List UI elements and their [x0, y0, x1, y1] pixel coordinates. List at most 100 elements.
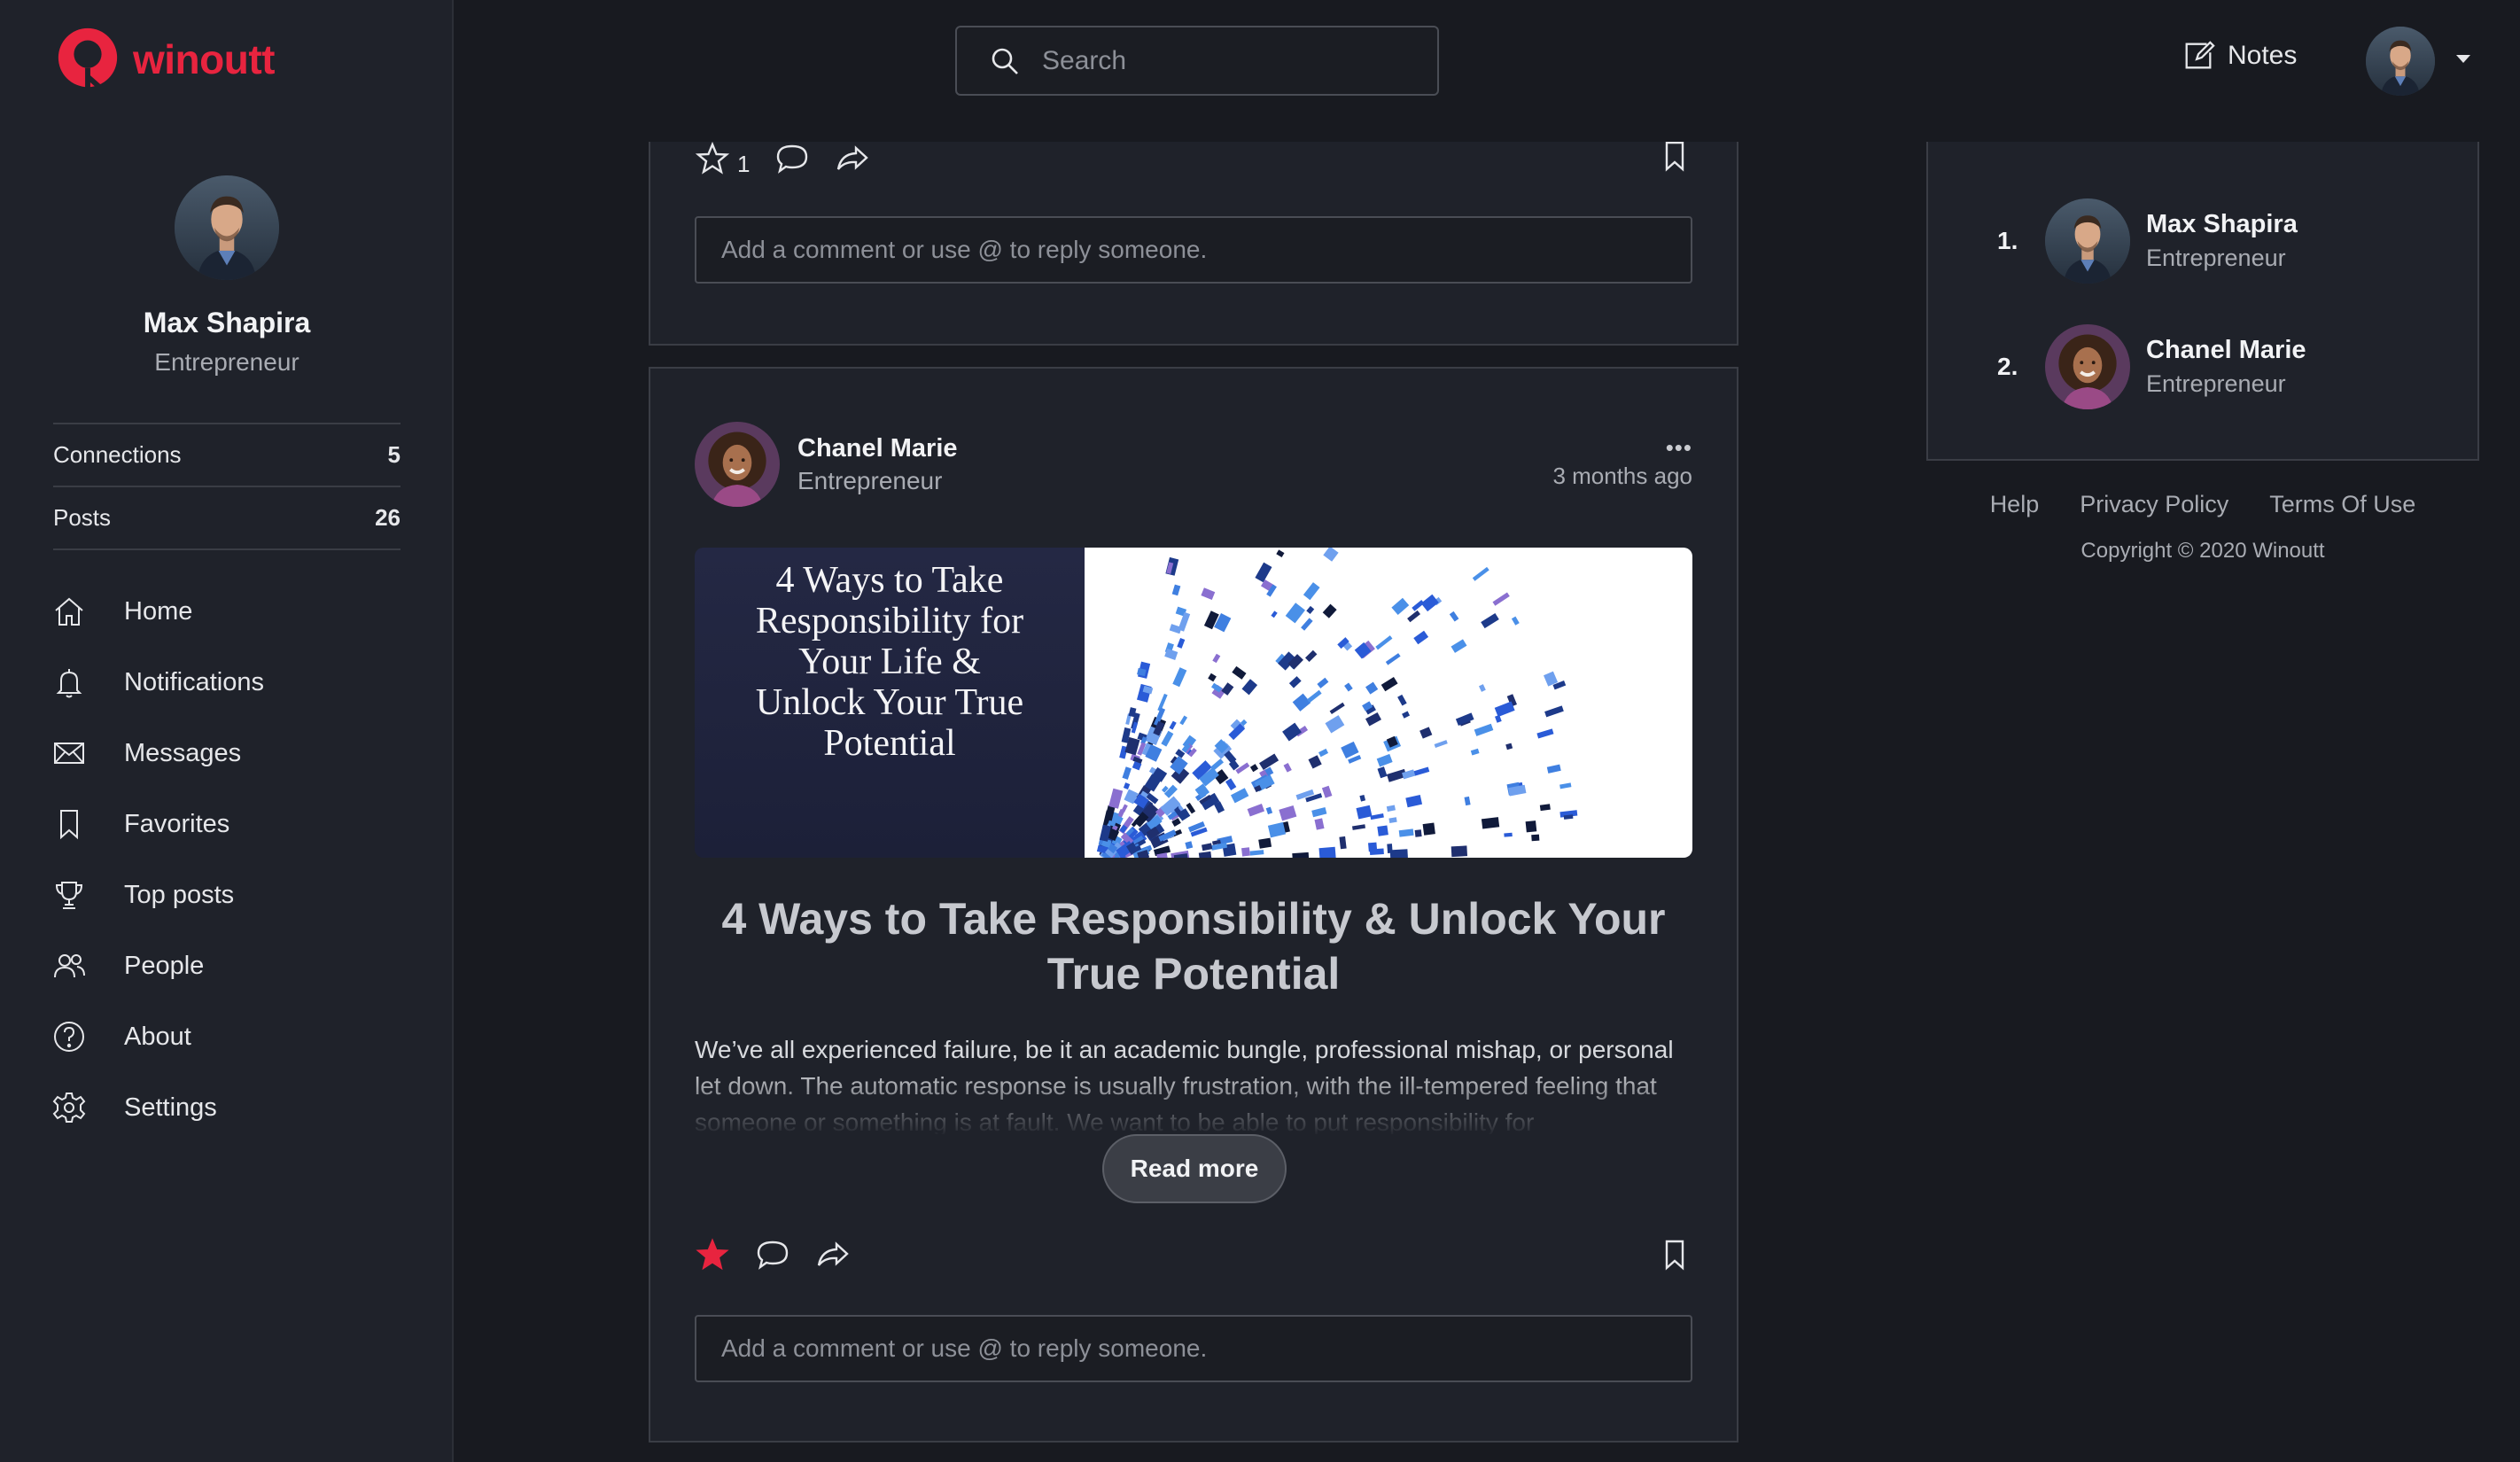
- author-name[interactable]: Chanel Marie: [797, 434, 958, 463]
- gear-icon: [52, 1093, 86, 1123]
- account-avatar[interactable]: [2366, 27, 2435, 96]
- trophy-icon: [55, 882, 83, 909]
- brand-name: winoutt: [133, 36, 276, 82]
- cover-decor-square: [1481, 817, 1500, 829]
- more-options-icon[interactable]: •••: [1666, 436, 1692, 459]
- comment-icon: [777, 144, 808, 174]
- sidebar-item-label: Home: [124, 596, 193, 626]
- avatar[interactable]: [695, 422, 780, 507]
- post-title[interactable]: 4 Ways to Take Responsibility & Unlock Y…: [695, 891, 1692, 1001]
- stat-value: 26: [375, 504, 401, 531]
- terms-of-use-link[interactable]: Terms Of Use: [2269, 491, 2415, 518]
- sidebar: winoutt Max Shapira Entrepreneur Connect…: [0, 0, 454, 1462]
- sidebar-item-label: Messages: [124, 738, 242, 767]
- profile-summary: Max Shapira Entrepreneur: [0, 175, 454, 377]
- cover-decor-square: [1451, 845, 1468, 858]
- profile-stats: Connections 5 Posts 26: [53, 423, 401, 550]
- cover-decor-square: [1387, 844, 1393, 853]
- person-name[interactable]: Max Shapira: [2146, 210, 2298, 239]
- bookmark-button[interactable]: [1657, 1237, 1692, 1277]
- stat-connections[interactable]: Connections 5: [53, 424, 401, 487]
- help-link[interactable]: Help: [1990, 491, 2040, 518]
- star-outline-icon: [695, 141, 730, 175]
- star-filled-icon: [696, 1238, 729, 1271]
- author-role: Entrepreneur: [797, 466, 943, 494]
- share-button[interactable]: [815, 1237, 851, 1272]
- cover-decor-square: [1241, 847, 1250, 857]
- post-author[interactable]: Chanel Marie Entrepreneur: [695, 422, 958, 507]
- bookmark-icon: [60, 810, 78, 840]
- sidebar-item-home[interactable]: Home: [51, 576, 424, 647]
- bookmark-icon: [1665, 141, 1684, 172]
- edit-note-icon: [2185, 41, 2215, 69]
- comment-icon: [757, 1240, 789, 1270]
- sidebar-item-people[interactable]: People: [51, 930, 424, 1001]
- sidebar-nav: Home Notifications Messages Favorites To…: [51, 576, 424, 1143]
- sidebar-item-top-posts[interactable]: Top posts: [51, 859, 424, 930]
- avatar[interactable]: [175, 175, 279, 280]
- footer-links: Help Privacy Policy Terms Of Use: [1926, 491, 2479, 518]
- post-card: Chanel Marie Entrepreneur ••• 3 months a…: [649, 367, 1738, 1443]
- notes-label: Notes: [2228, 41, 2298, 70]
- stat-posts[interactable]: Posts 26: [53, 487, 401, 550]
- rank-info: Max Shapira Entrepreneur: [2146, 210, 2298, 272]
- star-button[interactable]: 1: [695, 138, 750, 178]
- sidebar-item-messages[interactable]: Messages: [51, 718, 424, 789]
- avatar[interactable]: [2045, 198, 2130, 284]
- profile-name[interactable]: Max Shapira: [0, 307, 454, 339]
- comment-button[interactable]: [774, 141, 810, 176]
- cover-decor-square: [1318, 846, 1336, 858]
- star-button[interactable]: [695, 1237, 730, 1272]
- sidebar-item-favorites[interactable]: Favorites: [51, 789, 424, 859]
- stat-label: Connections: [53, 441, 182, 468]
- cover-decor-square: [1377, 825, 1388, 836]
- share-button[interactable]: [835, 141, 870, 176]
- list-item[interactable]: 2. Chanel Marie Entrepreneur: [1997, 324, 2306, 409]
- stat-label: Posts: [53, 504, 112, 531]
- question-icon: [54, 1022, 84, 1052]
- notes-button[interactable]: Notes: [2182, 39, 2297, 73]
- search-input[interactable]: [1042, 45, 1396, 76]
- cover-decor-square: [1422, 822, 1435, 836]
- cover-decor-square: [1258, 837, 1272, 849]
- stat-value: 5: [387, 441, 401, 468]
- comment-input[interactable]: [695, 216, 1692, 284]
- cover-decor-square: [1531, 834, 1540, 842]
- privacy-policy-link[interactable]: Privacy Policy: [2080, 491, 2228, 518]
- people-icon: [54, 954, 85, 978]
- cover-decor-square: [1414, 829, 1422, 837]
- excerpt-fade: [695, 1065, 1692, 1136]
- read-more-button[interactable]: Read more: [1102, 1134, 1287, 1203]
- sidebar-item-about[interactable]: About: [51, 1001, 424, 1072]
- sidebar-item-label: Settings: [124, 1093, 217, 1122]
- rank-number: 2.: [1997, 353, 2018, 380]
- post-timestamp: 3 months ago: [1552, 463, 1692, 489]
- person-role: Entrepreneur: [2146, 245, 2286, 271]
- cover-decor-square: [1525, 820, 1537, 833]
- copyright: Copyright © 2020 Winoutt: [2081, 539, 2325, 563]
- envelope-icon: [54, 743, 84, 764]
- brand-logo[interactable]: winoutt: [53, 25, 276, 94]
- person-role: Entrepreneur: [2146, 370, 2286, 397]
- sidebar-item-label: People: [124, 951, 205, 980]
- sidebar-item-label: About: [124, 1022, 191, 1051]
- bell-icon: [56, 669, 82, 698]
- sidebar-item-settings[interactable]: Settings: [51, 1072, 424, 1143]
- cover-decor-square: [1389, 849, 1409, 858]
- comment-button[interactable]: [755, 1237, 790, 1272]
- post-image[interactable]: 4 Ways to Take Responsibility for Your Lif…: [695, 548, 1692, 858]
- bookmark-button[interactable]: [1657, 138, 1692, 178]
- person-name[interactable]: Chanel Marie: [2146, 336, 2306, 365]
- share-icon: [817, 1241, 849, 1266]
- sidebar-item-notifications[interactable]: Notifications: [51, 647, 424, 718]
- sidebar-item-label: Top posts: [124, 880, 235, 909]
- avatar[interactable]: [2045, 324, 2130, 409]
- chevron-down-icon[interactable]: [2456, 55, 2470, 63]
- search-bar[interactable]: [955, 26, 1439, 96]
- list-item[interactable]: 1. Max Shapira Entrepreneur: [1997, 198, 2298, 284]
- rank-info: Chanel Marie Entrepreneur: [2146, 336, 2306, 398]
- comment-input[interactable]: [695, 1315, 1692, 1382]
- cover-decor-square: [1504, 832, 1513, 837]
- post-actions: [695, 1237, 851, 1272]
- sidebar-item-label: Notifications: [124, 667, 264, 696]
